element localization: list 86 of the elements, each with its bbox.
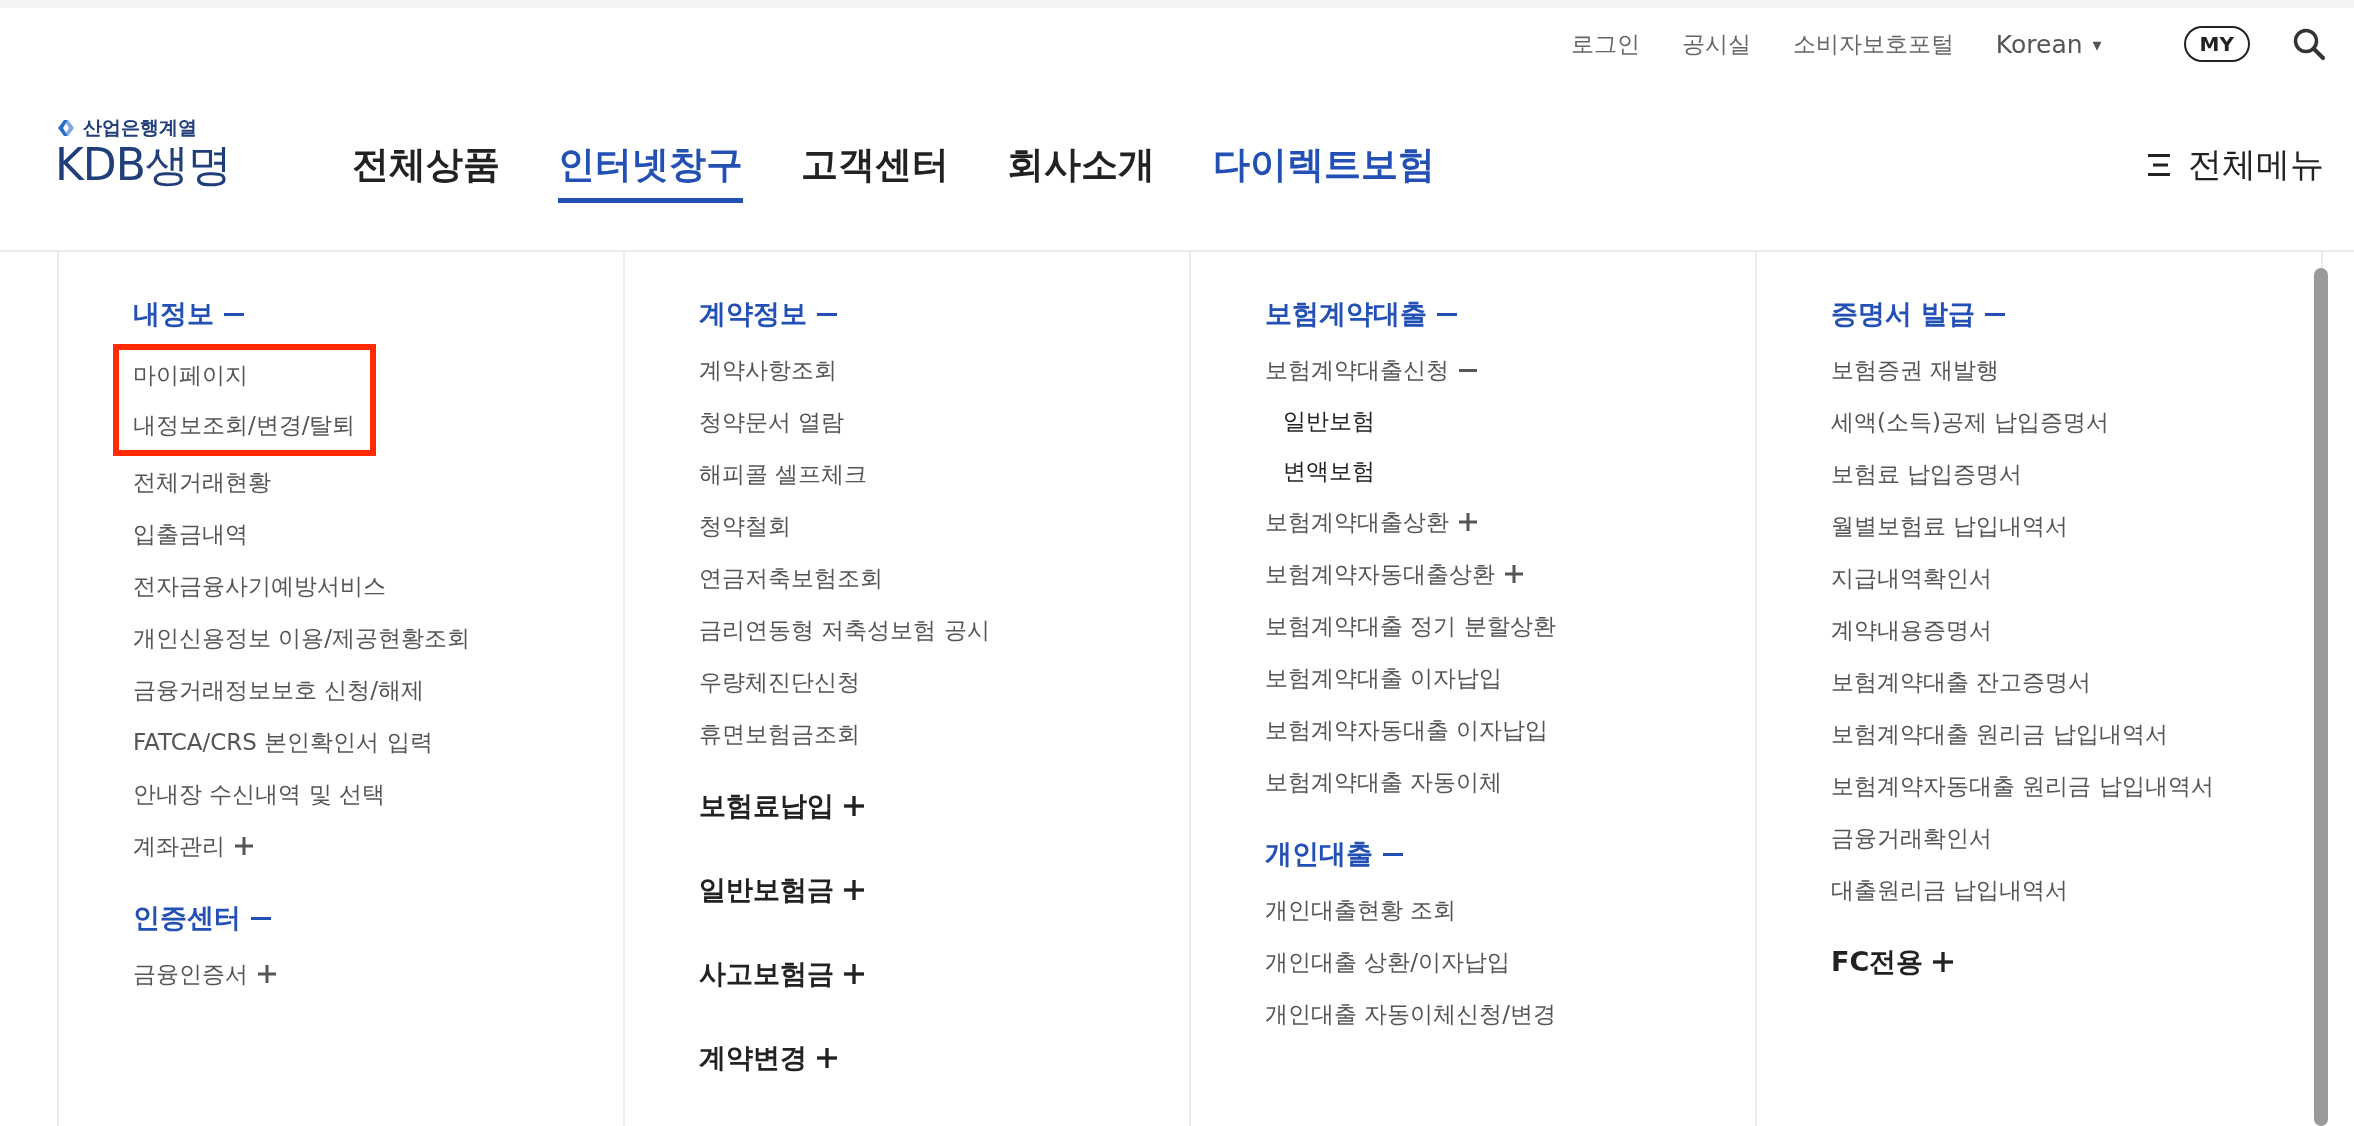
- plus-icon: [1459, 513, 1477, 531]
- nav-tab[interactable]: 전체상품: [352, 140, 500, 203]
- plus-icon: [1933, 952, 1954, 972]
- scrollbar[interactable]: [2314, 268, 2328, 1126]
- utility-link[interactable]: 로그인: [1570, 28, 1640, 60]
- submenu-item[interactable]: 일반보험: [1265, 396, 1375, 446]
- menu-item[interactable]: 보험계약자동대출 이자납입: [1265, 704, 1549, 756]
- menu-item[interactable]: 금리연동형 저축성보험 공시: [699, 604, 990, 656]
- menu-item[interactable]: 계좌관리: [133, 820, 253, 872]
- plus-icon: [1505, 565, 1523, 583]
- menu-item[interactable]: FATCA/CRS 본인확인서 입력: [133, 716, 433, 768]
- plus-icon: [258, 965, 276, 983]
- menu-heading[interactable]: 계약변경: [699, 1040, 837, 1076]
- my-button[interactable]: MY: [2183, 26, 2250, 62]
- menu-heading[interactable]: 인증센터: [133, 900, 271, 936]
- menu-item[interactable]: 해피콜 셀프체크: [699, 448, 868, 500]
- plus-icon: [817, 1048, 837, 1068]
- menu-heading[interactable]: 계약정보: [699, 296, 837, 332]
- nav-tab[interactable]: 회사소개: [1007, 140, 1155, 203]
- menu-item[interactable]: 마이페이지: [133, 350, 356, 400]
- menu-item[interactable]: 금융거래정보보호 신청/해제: [133, 664, 425, 716]
- menu-item[interactable]: 개인대출현황 조회: [1265, 884, 1457, 936]
- menu-heading[interactable]: 보험료납입: [699, 788, 864, 824]
- menu-item[interactable]: 내정보조회/변경/탈퇴: [133, 400, 356, 450]
- menu-item[interactable]: 대출원리금 납입내역서: [1831, 864, 2069, 916]
- menu-item[interactable]: 보험계약대출 자동이체: [1265, 756, 1503, 808]
- menu-item[interactable]: 계약내용증명서: [1831, 604, 1992, 656]
- minus-icon: [224, 312, 244, 316]
- minus-icon: [1437, 312, 1457, 316]
- menu-item[interactable]: 세액(소득)공제 납입증명서: [1831, 396, 2110, 448]
- menu-item[interactable]: 지급내역확인서: [1831, 552, 1992, 604]
- menu-item[interactable]: 전체거래현황: [133, 456, 271, 508]
- menu-item[interactable]: 청약철회: [699, 500, 791, 552]
- menu-item[interactable]: 개인대출 자동이체신청/변경: [1265, 988, 1557, 1040]
- minus-icon: [817, 312, 837, 316]
- minus-icon: [1383, 852, 1403, 856]
- minus-icon: [1459, 368, 1477, 372]
- submenu-item[interactable]: 변액보험: [1265, 446, 1375, 496]
- menu-item[interactable]: 보험계약대출 이자납입: [1265, 652, 1503, 704]
- plus-icon: [844, 796, 864, 816]
- menu-heading[interactable]: 개인대출: [1265, 836, 1403, 872]
- plus-icon: [844, 964, 864, 984]
- menu-item[interactable]: 보험계약대출 원리금 납입내역서: [1831, 708, 2168, 760]
- all-menu-button[interactable]: 전체메뉴: [2148, 142, 2324, 188]
- menu-heading[interactable]: 내정보: [133, 296, 244, 332]
- menu-item[interactable]: 금융인증서: [133, 948, 276, 1000]
- logo-tagline: 산업은행계열: [83, 115, 197, 140]
- minus-icon: [251, 916, 271, 920]
- menu-item[interactable]: 보험계약대출상환: [1265, 496, 1477, 548]
- menu-item[interactable]: 휴면보험금조회: [699, 708, 860, 760]
- menu-item[interactable]: 청약문서 열람: [699, 396, 845, 448]
- logo-text[interactable]: KDB생명: [55, 143, 295, 187]
- nav-tab[interactable]: 인터넷창구: [558, 140, 743, 203]
- menu-heading[interactable]: 일반보험금: [699, 872, 864, 908]
- menu-item[interactable]: 금융거래확인서: [1831, 812, 1992, 864]
- minus-icon: [1985, 312, 2006, 316]
- menu-item[interactable]: 개인대출 상환/이자납입: [1265, 936, 1511, 988]
- menu-item[interactable]: 전자금융사기예방서비스: [133, 560, 386, 612]
- menu-heading[interactable]: 보험계약대출: [1265, 296, 1457, 332]
- plus-icon: [235, 837, 253, 855]
- menu-item[interactable]: 보험계약대출신청: [1265, 344, 1477, 396]
- menu-item[interactable]: 월별보험료 납입내역서: [1831, 500, 2069, 552]
- menu-heading[interactable]: FC전용: [1831, 944, 1954, 980]
- menu-item[interactable]: 보험계약자동대출상환: [1265, 548, 1523, 600]
- nav-tab[interactable]: 고객센터: [801, 140, 949, 203]
- menu-item[interactable]: 보험계약대출 정기 분할상환: [1265, 600, 1556, 652]
- menu-item[interactable]: 보험계약자동대출 원리금 납입내역서: [1831, 760, 2214, 812]
- nav-tab[interactable]: 다이렉트보험: [1213, 140, 1435, 203]
- menu-icon: [2148, 154, 2172, 176]
- menu-item[interactable]: 연금저축보험조회: [699, 552, 883, 604]
- menu-heading[interactable]: 사고보험금: [699, 956, 864, 992]
- utility-link[interactable]: 공시실: [1681, 28, 1751, 60]
- menu-item[interactable]: 계약사항조회: [699, 344, 837, 396]
- menu-item[interactable]: 보험계약대출 잔고증명서: [1831, 656, 2092, 708]
- menu-item[interactable]: 개인신용정보 이용/제공현황조회: [133, 612, 471, 664]
- search-icon[interactable]: [2292, 27, 2326, 61]
- menu-heading[interactable]: 증명서 발급: [1831, 296, 2006, 332]
- menu-item[interactable]: 보험증권 재발행: [1831, 344, 2000, 396]
- language-dropdown[interactable]: Korean ▾: [1995, 29, 2102, 59]
- logo-icon: [55, 117, 77, 139]
- menu-item[interactable]: 우량체진단신청: [699, 656, 860, 708]
- plus-icon: [844, 880, 864, 900]
- menu-item[interactable]: 안내장 수신내역 및 선택: [133, 768, 385, 820]
- menu-item[interactable]: 입출금내역: [133, 508, 248, 560]
- utility-link[interactable]: 소비자보호포털: [1792, 28, 1954, 60]
- menu-item[interactable]: 보험료 납입증명서: [1831, 448, 2023, 500]
